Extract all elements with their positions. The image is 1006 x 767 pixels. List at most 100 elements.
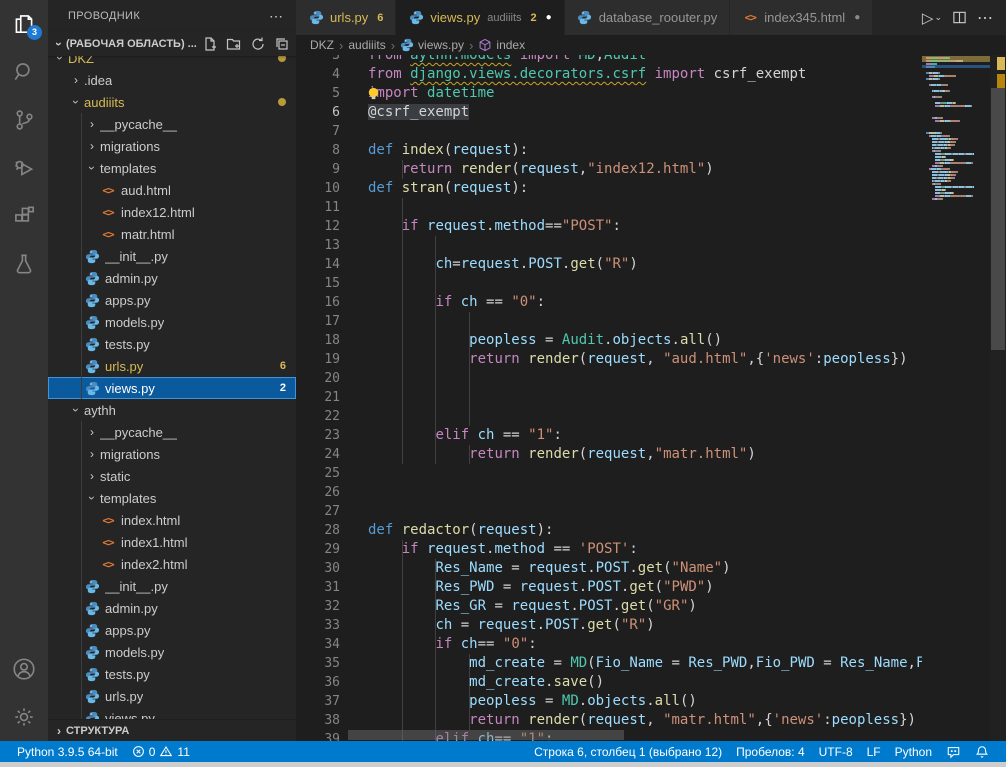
lightbulb-icon[interactable] bbox=[366, 86, 381, 101]
tab-index345.html[interactable]: <>index345.html● bbox=[730, 0, 873, 35]
tree-item-aud.html[interactable]: <>aud.html bbox=[48, 179, 296, 201]
code-line-23[interactable]: 23 elif ch == "1": bbox=[296, 426, 922, 445]
breadcrumb-views.py[interactable]: views.py bbox=[400, 38, 464, 52]
code-line-5[interactable]: 5import datetime bbox=[296, 84, 922, 103]
run-python-file-button[interactable]: ▷ ⌄ bbox=[922, 9, 942, 27]
status-cursor-position[interactable]: Строка 6, столбец 1 (выбрано 12) bbox=[527, 745, 729, 759]
tree-item-__init__.py[interactable]: __init__.py bbox=[48, 245, 296, 267]
code-line-18[interactable]: 18 peopless = Audit.objects.all() bbox=[296, 331, 922, 350]
code-line-8[interactable]: 8def index(request): bbox=[296, 141, 922, 160]
code-line-13[interactable]: 13 bbox=[296, 236, 922, 255]
tree-item-models.py[interactable]: models.py bbox=[48, 641, 296, 663]
unsaved-dot-icon[interactable]: ● bbox=[854, 12, 860, 23]
code-line-4[interactable]: 4from django.views.decorators.csrf impor… bbox=[296, 65, 922, 84]
code-line-24[interactable]: 24 return render(request,"matr.html") bbox=[296, 445, 922, 464]
views-more-actions-icon[interactable]: ⋯ bbox=[269, 8, 284, 25]
code-line-35[interactable]: 35 md_create = MD(Fio_Name = Res_PWD,Fio… bbox=[296, 654, 922, 673]
code-line-7[interactable]: 7 bbox=[296, 122, 922, 141]
tree-item-.idea[interactable]: ›.idea bbox=[48, 69, 296, 91]
source-control-activity-button[interactable] bbox=[0, 96, 48, 144]
split-editor-button[interactable] bbox=[952, 10, 967, 25]
tree-item-static[interactable]: ›static bbox=[48, 465, 296, 487]
code-line-3[interactable]: 3from aythh.models import MD,Audit bbox=[296, 55, 922, 65]
tree-item-__pycache__[interactable]: ›__pycache__ bbox=[48, 113, 296, 135]
code-line-6[interactable]: 6@csrf_exempt bbox=[296, 103, 922, 122]
code-line-22[interactable]: 22 bbox=[296, 407, 922, 426]
code-line-29[interactable]: 29 if request.method == 'POST': bbox=[296, 540, 922, 559]
code-line-27[interactable]: 27 bbox=[296, 502, 922, 521]
tree-item-models.py[interactable]: models.py bbox=[48, 311, 296, 333]
unsaved-dot-icon[interactable]: ● bbox=[546, 12, 552, 23]
status-python-interpreter[interactable]: Python 3.9.5 64-bit bbox=[10, 741, 125, 762]
tab-views.py[interactable]: views.pyaudiiits2● bbox=[396, 0, 564, 35]
outline-section-header[interactable]: › СТРУКТУРА bbox=[48, 719, 296, 741]
code-line-11[interactable]: 11 bbox=[296, 198, 922, 217]
editor-more-actions-icon[interactable]: ⋯ bbox=[977, 8, 994, 28]
code-line-28[interactable]: 28def redactor(request): bbox=[296, 521, 922, 540]
code-line-30[interactable]: 30 Res_Name = request.POST.get("Name") bbox=[296, 559, 922, 578]
tree-item-apps.py[interactable]: apps.py bbox=[48, 289, 296, 311]
vertical-scrollbar[interactable] bbox=[990, 55, 1006, 741]
run-debug-activity-button[interactable] bbox=[0, 144, 48, 192]
minimap[interactable] bbox=[922, 55, 990, 741]
collapse-all-icon[interactable] bbox=[274, 36, 290, 52]
breadcrumb-DKZ[interactable]: DKZ bbox=[310, 38, 334, 52]
tree-item-index1.html[interactable]: <>index1.html bbox=[48, 531, 296, 553]
code-line-32[interactable]: 32 Res_GR = request.POST.get("GR") bbox=[296, 597, 922, 616]
settings-button[interactable] bbox=[0, 693, 48, 741]
code-line-25[interactable]: 25 bbox=[296, 464, 922, 483]
explorer-activity-button[interactable]: 3 bbox=[0, 0, 48, 48]
testing-activity-button[interactable] bbox=[0, 240, 48, 288]
workspace-section-header[interactable]: › (РАБОЧАЯ ОБЛАСТЬ) ... bbox=[48, 32, 296, 56]
refresh-icon[interactable] bbox=[250, 36, 266, 52]
tab-database_roouter.py[interactable]: database_roouter.py bbox=[565, 0, 731, 35]
code-line-36[interactable]: 36 md_create.save() bbox=[296, 673, 922, 692]
tree-item-index2.html[interactable]: <>index2.html bbox=[48, 553, 296, 575]
tree-item-templates[interactable]: ›templates bbox=[48, 157, 296, 179]
code-line-34[interactable]: 34 if ch== "0": bbox=[296, 635, 922, 654]
new-folder-icon[interactable] bbox=[226, 36, 242, 52]
code-line-12[interactable]: 12 if request.method=="POST": bbox=[296, 217, 922, 236]
status-encoding[interactable]: UTF-8 bbox=[812, 745, 860, 759]
tree-item-urls.py[interactable]: urls.py6 bbox=[48, 355, 296, 377]
breadcrumb-audiiits[interactable]: audiiits bbox=[348, 38, 385, 52]
status-notifications[interactable] bbox=[968, 745, 996, 759]
tree-item-matr.html[interactable]: <>matr.html bbox=[48, 223, 296, 245]
code-line-9[interactable]: 9 return render(request,"index12.html") bbox=[296, 160, 922, 179]
code-line-19[interactable]: 19 return render(request, "aud.html",{'n… bbox=[296, 350, 922, 369]
code-line-21[interactable]: 21 bbox=[296, 388, 922, 407]
tree-item-admin.py[interactable]: admin.py bbox=[48, 597, 296, 619]
tree-item-migrations[interactable]: ›migrations bbox=[48, 443, 296, 465]
tree-item-migrations[interactable]: ›migrations bbox=[48, 135, 296, 157]
status-eol[interactable]: LF bbox=[860, 745, 888, 759]
code-line-33[interactable]: 33 ch = request.POST.get("R") bbox=[296, 616, 922, 635]
code-editor[interactable]: 3from aythh.models import MD,Audit4from … bbox=[296, 55, 1006, 741]
horizontal-scrollbar-slider[interactable] bbox=[348, 730, 624, 740]
status-problems[interactable]: 011 bbox=[125, 741, 197, 762]
tree-item-urls.py[interactable]: urls.py bbox=[48, 685, 296, 707]
code-line-20[interactable]: 20 bbox=[296, 369, 922, 388]
tree-item-views.py[interactable]: views.py2 bbox=[48, 377, 296, 399]
tree-item-index12.html[interactable]: <>index12.html bbox=[48, 201, 296, 223]
search-activity-button[interactable] bbox=[0, 48, 48, 96]
code-line-15[interactable]: 15 bbox=[296, 274, 922, 293]
tree-item-aythh[interactable]: ›aythh bbox=[48, 399, 296, 421]
tree-item-__pycache__[interactable]: ›__pycache__ bbox=[48, 421, 296, 443]
tree-item-DKZ[interactable]: ›DKZ bbox=[48, 56, 296, 69]
vertical-scrollbar-slider[interactable] bbox=[991, 88, 1005, 350]
tree-item-views.py[interactable]: views.py bbox=[48, 707, 296, 719]
run-dropdown-caret-icon[interactable]: ⌄ bbox=[934, 12, 942, 23]
code-line-14[interactable]: 14 ch=request.POST.get("R") bbox=[296, 255, 922, 274]
tree-item-tests.py[interactable]: tests.py bbox=[48, 663, 296, 685]
code-line-16[interactable]: 16 if ch == "0": bbox=[296, 293, 922, 312]
new-file-icon[interactable] bbox=[202, 36, 218, 52]
account-button[interactable] bbox=[0, 645, 48, 693]
tree-item-templates[interactable]: ›templates bbox=[48, 487, 296, 509]
status-feedback[interactable] bbox=[939, 745, 968, 759]
code-line-17[interactable]: 17 bbox=[296, 312, 922, 331]
code-line-37[interactable]: 37 peopless = MD.objects.all() bbox=[296, 692, 922, 711]
tab-urls.py[interactable]: urls.py6 bbox=[296, 0, 396, 35]
breadcrumb-index[interactable]: index bbox=[478, 38, 525, 52]
tree-item-__init__.py[interactable]: __init__.py bbox=[48, 575, 296, 597]
status-language-mode[interactable]: Python bbox=[888, 745, 939, 759]
